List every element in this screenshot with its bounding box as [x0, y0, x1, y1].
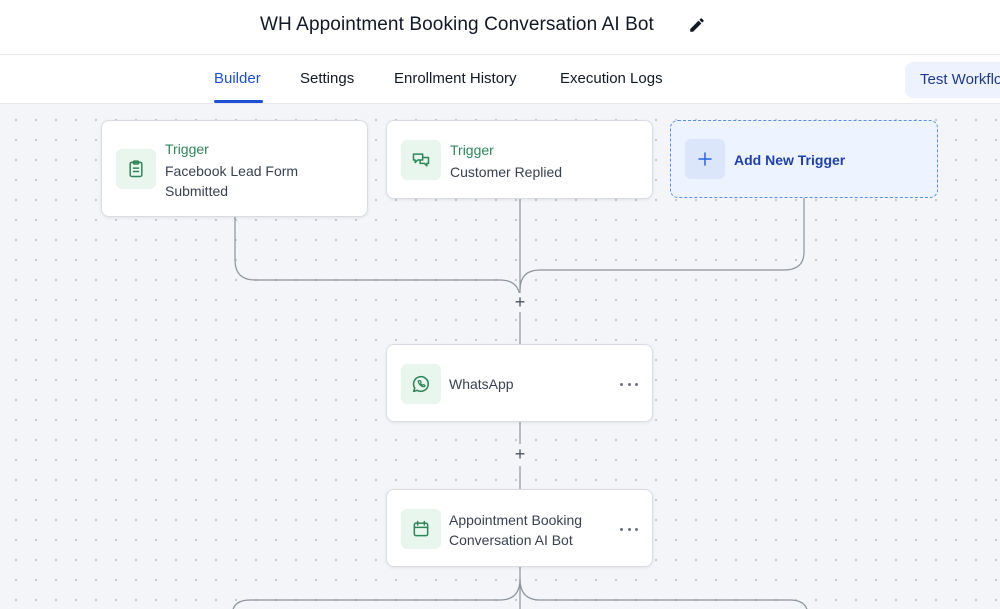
- clipboard-icon: [116, 149, 156, 189]
- active-tab-indicator: [214, 100, 263, 103]
- action-card-appointment-bot[interactable]: Appointment Booking Conversation AI Bot: [386, 489, 653, 567]
- add-step-button[interactable]: +: [511, 445, 529, 463]
- plus-icon: [685, 139, 725, 179]
- action-name: Appointment Booking Conversation AI Bot: [449, 512, 583, 548]
- calendar-icon: [401, 509, 441, 549]
- action-card-whatsapp[interactable]: WhatsApp: [386, 344, 653, 422]
- trigger-kicker: Trigger: [450, 142, 494, 158]
- tab-enrollment-history[interactable]: Enrollment History: [394, 70, 517, 87]
- whatsapp-icon: [401, 364, 441, 404]
- action-name: WhatsApp: [449, 376, 514, 392]
- trigger-card-customer-replied[interactable]: Trigger Customer Replied: [386, 120, 653, 199]
- top-bar: WH Appointment Booking Conversation AI B…: [0, 0, 1000, 55]
- tab-execution-logs[interactable]: Execution Logs: [560, 70, 663, 87]
- trigger-kicker: Trigger: [165, 141, 209, 157]
- trigger-name: Facebook Lead Form Submitted: [165, 163, 299, 199]
- add-new-trigger-button[interactable]: Add New Trigger: [670, 120, 938, 198]
- tab-bar: Builder Settings Enrollment History Exec…: [0, 55, 1000, 104]
- trigger-card-facebook-lead-form[interactable]: Trigger Facebook Lead Form Submitted: [101, 120, 368, 217]
- chat-bubbles-icon: [401, 140, 441, 180]
- more-options-icon[interactable]: [620, 377, 638, 391]
- trigger-name: Customer Replied: [450, 164, 563, 180]
- test-workflow-button[interactable]: Test Workflow: [905, 62, 1000, 98]
- pencil-icon[interactable]: [688, 16, 706, 34]
- add-new-trigger-label: Add New Trigger: [734, 152, 846, 168]
- more-options-icon[interactable]: [620, 522, 638, 536]
- tab-builder[interactable]: Builder: [214, 70, 261, 87]
- add-step-button[interactable]: +: [511, 293, 529, 311]
- workflow-canvas[interactable]: Trigger Facebook Lead Form Submitted Tri…: [0, 104, 1000, 609]
- tab-settings[interactable]: Settings: [300, 70, 354, 87]
- workflow-title: WH Appointment Booking Conversation AI B…: [260, 14, 654, 35]
